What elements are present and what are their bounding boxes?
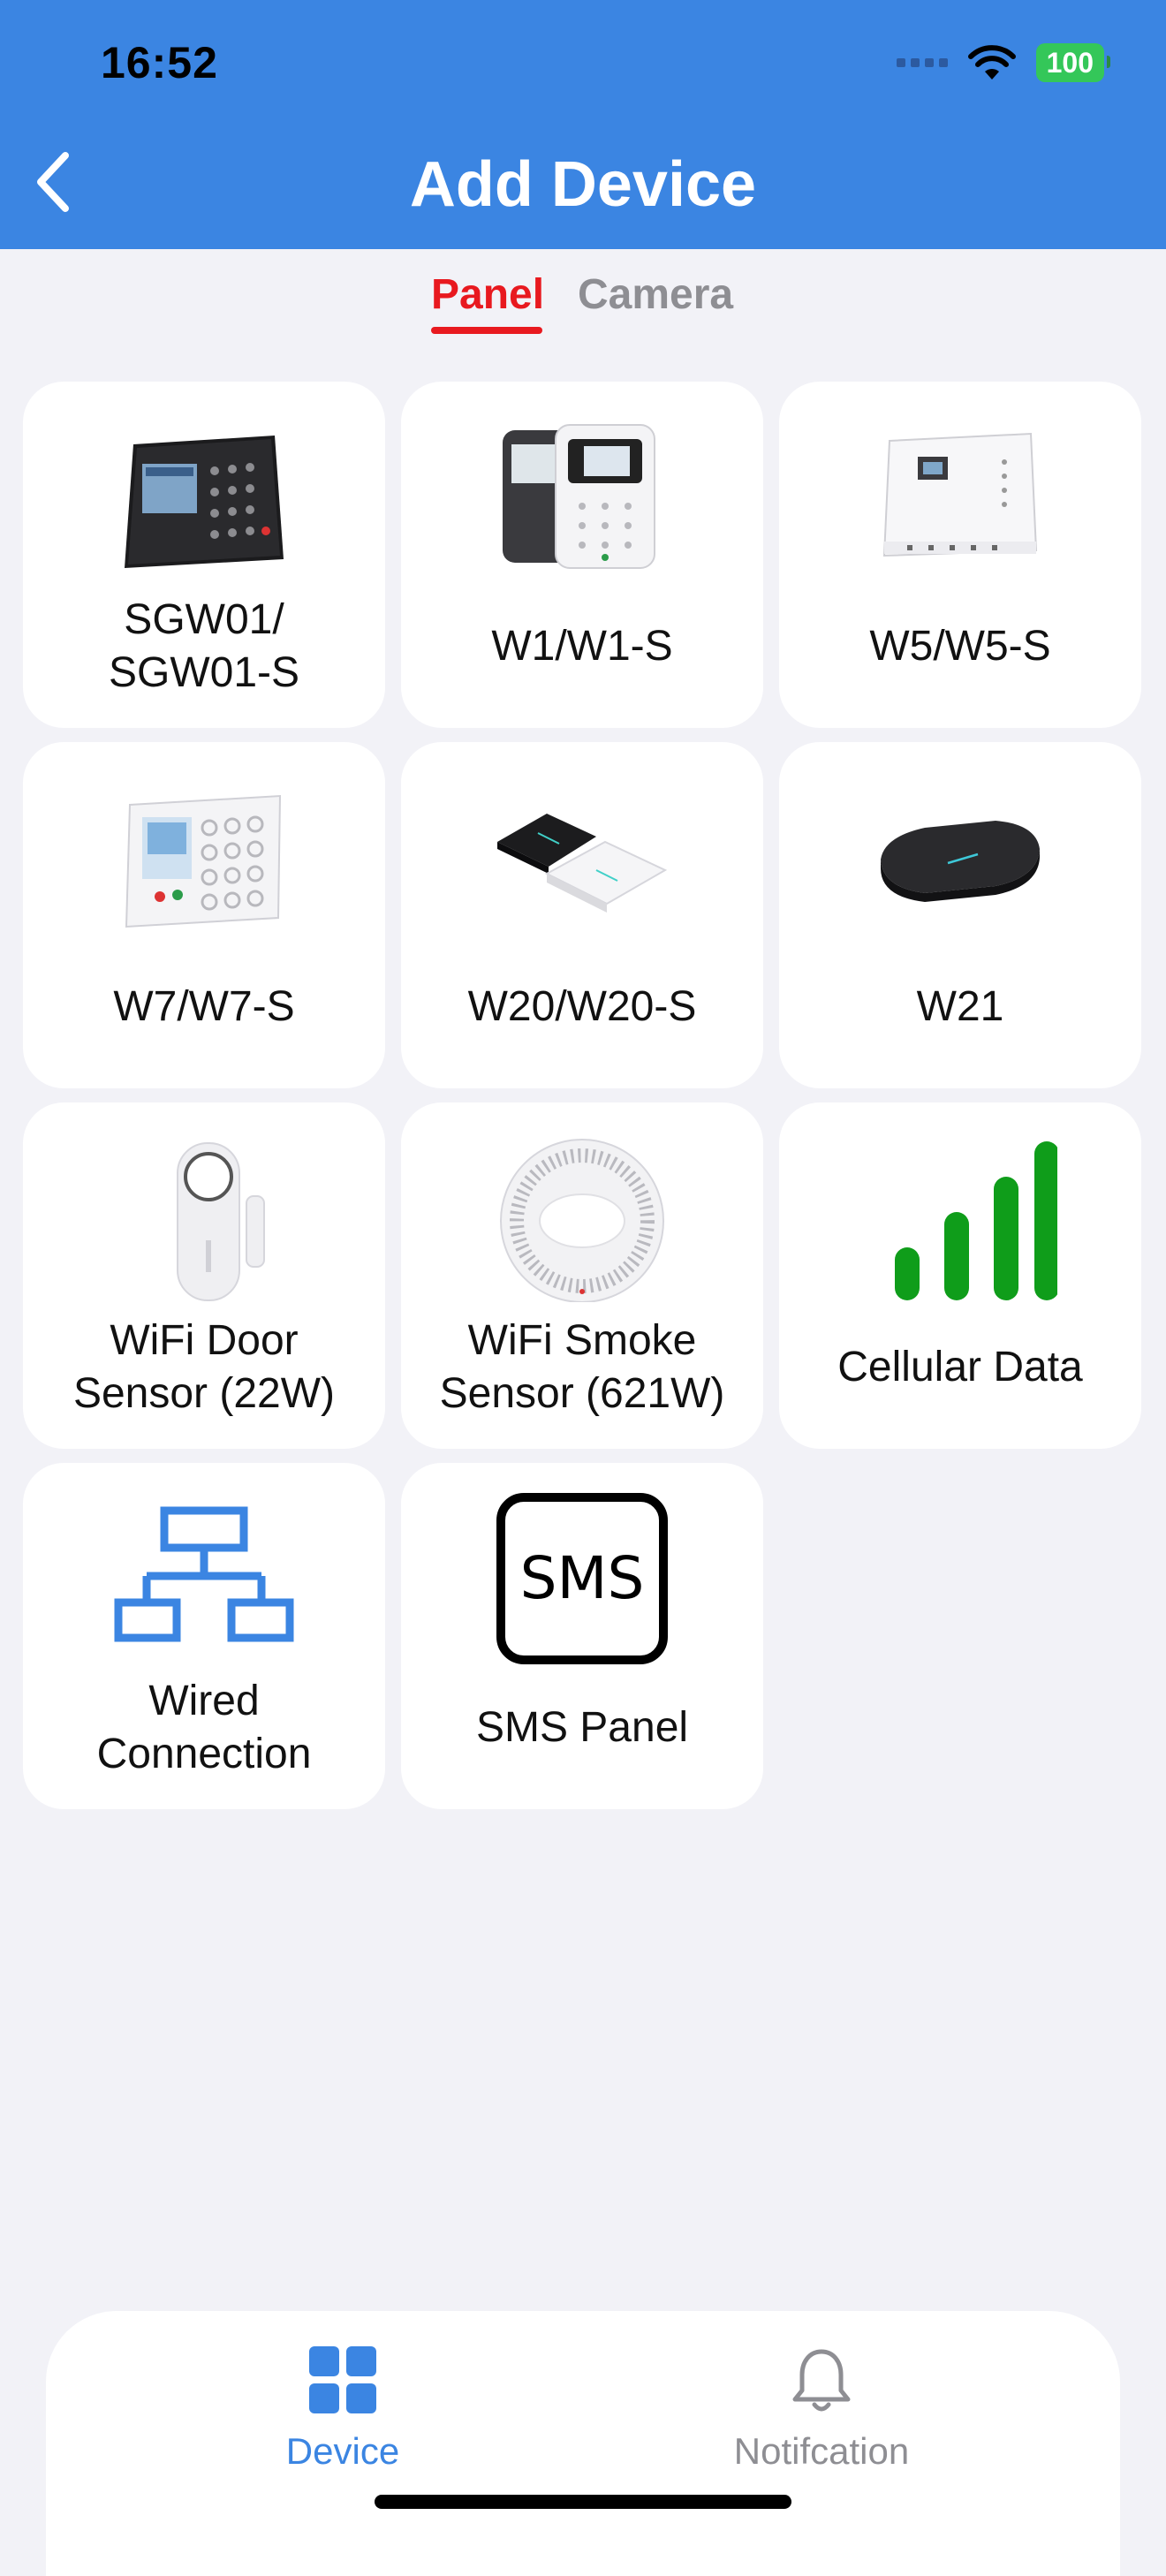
device-card-smoke-sensor[interactable]: WiFi Smoke Sensor (621W) (401, 1102, 763, 1449)
device-label: W7/W7-S (113, 983, 295, 1030)
bottom-tab-bar: Device Notifcation (46, 2311, 1120, 2576)
w20-hub-image (401, 774, 763, 942)
device-card-w5[interactable]: W5/W5-S (779, 382, 1141, 728)
active-tab-underline (431, 327, 542, 334)
device-label-line2: Connection (96, 1731, 312, 1777)
device-card-w1[interactable]: W1/W1-S (401, 382, 763, 728)
w7-panel-image (23, 774, 385, 942)
device-type-tabs: Panel Camera (0, 270, 1166, 341)
device-label: Cellular Data (837, 1344, 1083, 1390)
smoke-sensor-image (401, 1134, 763, 1302)
home-indicator (375, 2495, 791, 2509)
sms-icon-text: SMS (520, 1544, 645, 1612)
device-label: W21 (916, 983, 1004, 1030)
device-label: W5/W5-S (869, 623, 1051, 670)
device-label: W20/W20-S (467, 983, 697, 1030)
device-card-sms[interactable]: SMS SMS Panel (401, 1463, 763, 1809)
cellular-signal-bars-icon (779, 1134, 1141, 1302)
device-card-door-sensor[interactable]: WiFi Door Sensor (22W) (23, 1102, 385, 1449)
tab-panel[interactable]: Panel (431, 270, 544, 319)
device-card-wired[interactable]: Wired Connection (23, 1463, 385, 1809)
tabbar-notification[interactable]: Notifcation (689, 2346, 954, 2473)
device-label: SGW01/ (124, 596, 284, 643)
device-label: SMS Panel (475, 1704, 689, 1751)
bell-icon (792, 2349, 851, 2412)
header-bar: 16:52 100 Add Device (0, 0, 1166, 249)
device-label: Wired (148, 1678, 260, 1724)
network-topology-icon (23, 1495, 385, 1663)
w1-panel-image (401, 413, 763, 581)
device-card-w7[interactable]: W7/W7-S (23, 742, 385, 1088)
device-label-line2: Sensor (621W) (439, 1370, 725, 1417)
device-label-line2: Sensor (22W) (72, 1370, 336, 1417)
device-card-w21[interactable]: W21 (779, 742, 1141, 1088)
battery-indicator: 100 (1035, 43, 1111, 82)
w5-panel-image (779, 413, 1141, 581)
wifi-icon (967, 45, 1016, 80)
device-label: WiFi Smoke (467, 1317, 697, 1364)
device-card-sgw01[interactable]: SGW01/ SGW01-S (23, 382, 385, 728)
door-sensor-image (23, 1134, 385, 1302)
tabbar-notification-label: Notifcation (733, 2430, 910, 2472)
device-label-line2: SGW01-S (108, 649, 300, 696)
cellular-signal-icon (896, 58, 948, 67)
sgw01-panel-image (23, 413, 385, 581)
device-label: W1/W1-S (491, 623, 673, 670)
device-card-w20[interactable]: W20/W20-S (401, 742, 763, 1088)
device-label: WiFi Door (110, 1317, 299, 1364)
status-time: 16:52 (101, 38, 218, 87)
tabbar-device-label: Device (285, 2430, 400, 2472)
sms-icon: SMS (401, 1493, 763, 1664)
status-icons: 100 (896, 41, 1111, 85)
tabbar-device[interactable]: Device (210, 2346, 475, 2473)
grid-icon (309, 2346, 376, 2413)
w21-hub-image (779, 774, 1141, 942)
device-card-cellular[interactable]: Cellular Data (779, 1102, 1141, 1449)
page-title: Add Device (409, 149, 757, 220)
tab-camera[interactable]: Camera (578, 270, 733, 319)
